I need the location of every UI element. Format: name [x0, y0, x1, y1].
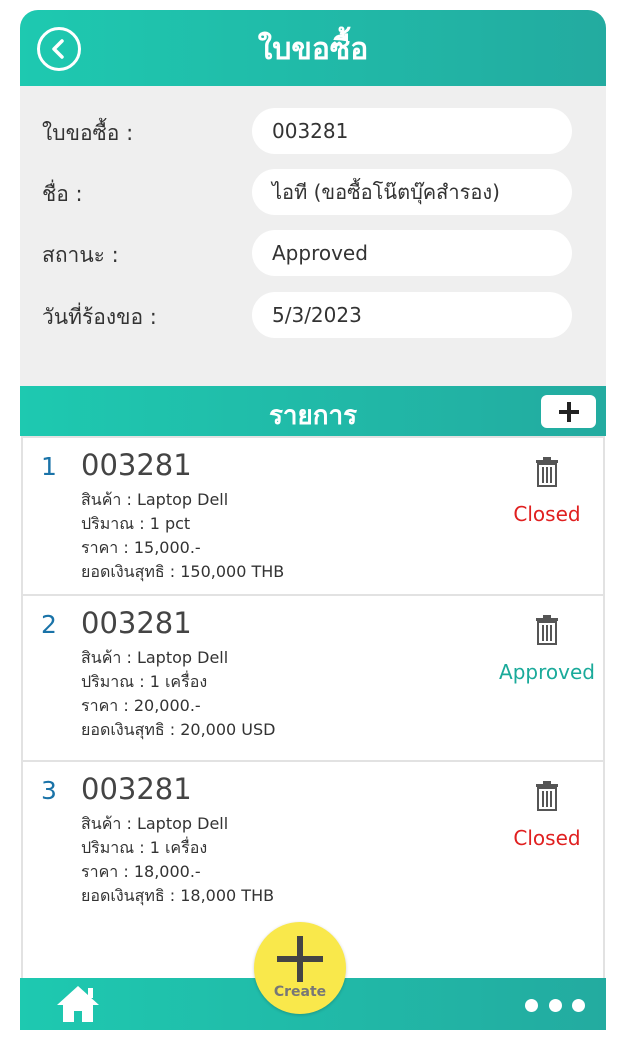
item-status: Closed	[513, 826, 581, 850]
form-row-status: สถานะ : Approved	[20, 230, 606, 276]
item-index: 3	[41, 776, 57, 805]
items-section-bar: รายการ	[20, 386, 606, 436]
trash-icon[interactable]	[531, 614, 563, 646]
request-form: ใบขอซื้อ : 003281 ชื่อ : ไอที (ขอซื้อโน๊…	[20, 86, 606, 386]
plus-icon	[558, 401, 579, 422]
item-price: ราคา : 18,000.-	[81, 862, 201, 881]
item-net-amount: ยอดเงินสุทธิ : 18,000 THB	[81, 886, 275, 905]
request-no-field[interactable]: 003281	[252, 108, 572, 154]
item-index: 1	[41, 452, 57, 481]
form-row-request-no: ใบขอซื้อ : 003281	[20, 108, 606, 154]
status-label: สถานะ :	[42, 243, 119, 267]
items-section-title: รายการ	[268, 401, 358, 431]
list-item[interactable]: 2 003281 สินค้า : Laptop Dell ปริมาณ : 1…	[21, 594, 605, 762]
create-label: Create	[273, 984, 327, 1000]
request-date-label: วันที่ร้องขอ :	[42, 305, 157, 329]
item-status: Closed	[513, 502, 581, 526]
item-status: Approved	[499, 660, 595, 684]
name-label: ชื่อ :	[42, 182, 83, 206]
more-dot	[572, 999, 585, 1012]
item-price: ราคา : 20,000.-	[81, 696, 201, 715]
plus-icon	[277, 936, 323, 982]
request-no-label: ใบขอซื้อ :	[42, 121, 134, 145]
item-quantity: ปริมาณ : 1 เครื่อง	[81, 672, 208, 691]
item-price: ราคา : 15,000.-	[81, 538, 201, 557]
item-code: 003281	[81, 606, 192, 640]
create-button[interactable]: Create	[254, 922, 346, 1014]
item-product: สินค้า : Laptop Dell	[81, 490, 229, 509]
page-title: ใบขอซื้อ	[257, 32, 369, 67]
item-net-amount: ยอดเงินสุทธิ : 150,000 THB	[81, 562, 285, 581]
item-product: สินค้า : Laptop Dell	[81, 814, 229, 833]
items-list: 1 003281 สินค้า : Laptop Dell ปริมาณ : 1…	[20, 436, 606, 980]
trash-icon[interactable]	[531, 780, 563, 812]
header-bar: ใบขอซื้อ	[20, 10, 606, 86]
item-quantity: ปริมาณ : 1 เครื่อง	[81, 838, 208, 857]
more-dot	[525, 999, 538, 1012]
more-dot	[548, 999, 562, 1012]
item-product: สินค้า : Laptop Dell	[81, 648, 229, 667]
list-item[interactable]: 1 003281 สินค้า : Laptop Dell ปริมาณ : 1…	[21, 436, 605, 596]
item-quantity: ปริมาณ : 1 pct	[81, 514, 191, 533]
form-row-name: ชื่อ : ไอที (ขอซื้อโน๊ตบุ๊คสำรอง)	[20, 169, 606, 215]
form-row-request-date: วันที่ร้องขอ : 5/3/2023	[20, 292, 606, 338]
request-date-field[interactable]: 5/3/2023	[252, 292, 572, 338]
name-field[interactable]: ไอที (ขอซื้อโน๊ตบุ๊คสำรอง)	[252, 169, 572, 215]
item-index: 2	[41, 610, 57, 639]
trash-icon[interactable]	[531, 456, 563, 488]
home-icon[interactable]	[55, 984, 101, 1024]
more-icon[interactable]	[525, 999, 585, 1013]
item-code: 003281	[81, 448, 192, 482]
add-item-button[interactable]	[541, 395, 596, 428]
item-code: 003281	[81, 772, 192, 806]
item-net-amount: ยอดเงินสุทธิ : 20,000 USD	[81, 720, 276, 739]
status-field[interactable]: Approved	[252, 230, 572, 276]
app-window: ใบขอซื้อ ใบขอซื้อ : 003281 ชื่อ : ไอที (…	[20, 10, 606, 1030]
